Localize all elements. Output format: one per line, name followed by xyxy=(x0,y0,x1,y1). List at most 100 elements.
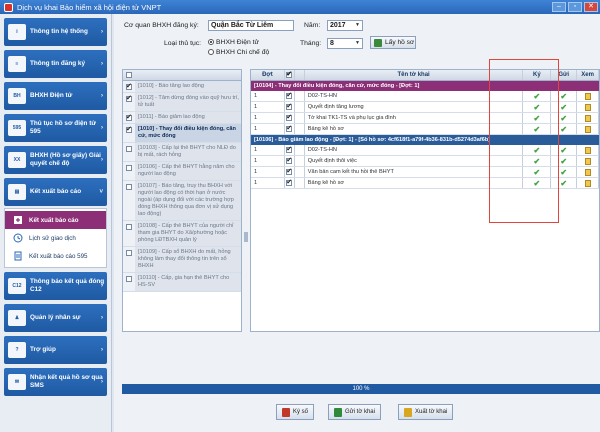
sidebar-item-c12-notice[interactable]: C12 Thông báo kết quả đóng C12 › xyxy=(4,272,107,300)
sidebar-subitem-export-report[interactable]: Kết xuất báo cáo xyxy=(5,211,106,229)
view-document-icon[interactable] xyxy=(584,103,591,111)
view-document-icon[interactable] xyxy=(584,92,591,100)
procedure-list-item[interactable]: [1012] - Tăm dừng đóng vào quỹ hưu trí, … xyxy=(123,93,241,112)
procedure-text: [1011] - Báo giảm lao động xyxy=(138,114,205,120)
check-icon: ✔ xyxy=(560,156,568,166)
procedure-list-item[interactable]: [10109] - Cấp sổ BHXH do mất, hỏng không… xyxy=(123,247,241,273)
procedure-text: [1010] - Thay đổi điều kiện đóng, căn cứ… xyxy=(138,126,236,139)
view-document-icon[interactable] xyxy=(584,125,591,133)
view-document-icon[interactable] xyxy=(584,146,591,154)
radio-button-off[interactable] xyxy=(208,49,214,55)
procedure-list-item[interactable]: [1010] - Báo tăng lao động xyxy=(123,81,241,93)
cell-checkbox[interactable] xyxy=(285,91,295,101)
procedure-list-item[interactable]: [10108] - Cấp thẻ BHYT của người chỉ tha… xyxy=(123,221,241,247)
view-document-icon[interactable] xyxy=(584,114,591,122)
row-checkbox[interactable] xyxy=(286,124,293,132)
year-select[interactable]: 2017 ▼ xyxy=(327,20,363,31)
procedure-checkbox[interactable] xyxy=(126,113,132,121)
cell-checkbox[interactable] xyxy=(285,102,295,112)
table-row[interactable]: 1 Văn bản cam kết thu hồi thẻ BHYT ✔ ✔ xyxy=(251,167,599,178)
header-checkbox[interactable] xyxy=(286,70,293,78)
cell-view[interactable] xyxy=(577,124,599,134)
sidebar-item-paper-bhxh[interactable]: XX BHXH (Hồ sơ giấy) Giải quyết chế độ › xyxy=(4,146,107,174)
close-button[interactable]: ✕ xyxy=(584,2,598,12)
row-checkbox[interactable] xyxy=(286,178,293,186)
sidebar-item-procedure-595[interactable]: 595 Thủ tục hồ sơ điện tử 595 › xyxy=(4,114,107,142)
maximize-button[interactable]: ▫ xyxy=(568,2,582,12)
row-checkbox[interactable] xyxy=(286,102,293,110)
table-row[interactable]: 1 Bảng kê hồ sơ ✔ ✔ xyxy=(251,178,599,189)
procedure-checkbox[interactable] xyxy=(126,146,132,152)
sidebar-subitem-export-report-595[interactable]: Kết xuất báo cáo 595 xyxy=(5,247,106,265)
send-declaration-button[interactable]: Gửi tờ khai xyxy=(328,404,381,420)
month-select[interactable]: 8 ▼ xyxy=(327,38,363,49)
sidebar-item-bhxh-electronic[interactable]: BH BHXH Điện tử › xyxy=(4,82,107,110)
cell-declaration-name: Văn bản cam kết thu hồi thẻ BHYT xyxy=(305,167,524,177)
procedure-checkbox[interactable] xyxy=(126,184,132,190)
cell-view[interactable] xyxy=(577,178,599,188)
sidebar-item-register-info[interactable]: ≡ Thông tin đăng ký › xyxy=(4,50,107,78)
cell-checkbox[interactable] xyxy=(285,145,295,155)
cell-view[interactable] xyxy=(577,167,599,177)
procedure-list-item[interactable]: [1011] - Báo giảm lao động xyxy=(123,112,241,124)
cell-view[interactable] xyxy=(577,156,599,166)
group-row-10104[interactable]: [10104] - Thay đổi điều kiện đóng, căn c… xyxy=(251,81,599,91)
procedure-checkbox[interactable] xyxy=(126,82,132,90)
agency-select[interactable]: Quận Bắc Từ Liêm xyxy=(208,20,294,31)
procedure-list-item[interactable]: [10107] - Báo tăng, truy thu BHXH với ng… xyxy=(123,181,241,221)
procedure-checkbox[interactable] xyxy=(126,165,132,171)
select-all-checkbox[interactable] xyxy=(126,72,132,78)
cell-checkbox[interactable] xyxy=(285,113,295,123)
radio-bhxh-benefits[interactable]: BHXH Chi chế độ xyxy=(208,49,269,56)
procedure-checkbox[interactable] xyxy=(126,250,132,256)
splitter-handle[interactable] xyxy=(244,232,248,242)
table-row[interactable]: 1 Quyết định tăng lương ✔ ✔ xyxy=(251,102,599,113)
table-row[interactable]: 1 Quyết định thôi việc ✔ ✔ xyxy=(251,156,599,167)
procedure-list-item[interactable]: [10103] - Cấp lại thẻ BHYT cho NLĐ do bị… xyxy=(123,143,241,162)
check-icon: ✔ xyxy=(560,113,568,123)
procedure-list-item[interactable]: [1010] - Thay đổi điều kiện đóng, căn cứ… xyxy=(123,124,241,143)
procedure-text: [10103] - Cấp lại thẻ BHYT cho NLĐ do bị… xyxy=(138,145,236,158)
row-checkbox[interactable] xyxy=(286,113,293,121)
row-checkbox[interactable] xyxy=(286,167,293,175)
sign-button[interactable]: Ký số xyxy=(276,404,315,420)
sidebar-item-help[interactable]: ? Trợ giúp › xyxy=(4,336,107,364)
radio-button-on[interactable] xyxy=(208,39,214,45)
cell-blank xyxy=(295,178,305,188)
row-checkbox[interactable] xyxy=(286,145,293,153)
row-checkbox[interactable] xyxy=(286,91,293,99)
view-document-icon[interactable] xyxy=(584,179,591,187)
table-row[interactable]: 1 D02-TS-HN ✔ ✔ xyxy=(251,91,599,102)
view-document-icon[interactable] xyxy=(584,168,591,176)
table-row[interactable]: 1 D02-TS-HN ✔ ✔ xyxy=(251,145,599,156)
procedure-list-item[interactable]: [10106] - Cấp thẻ BHYT hằng năm cho ngườ… xyxy=(123,162,241,181)
minimize-button[interactable]: – xyxy=(552,2,566,12)
cell-view[interactable] xyxy=(577,102,599,112)
cell-view[interactable] xyxy=(577,113,599,123)
sidebar-subitem-transaction-history[interactable]: Lịch sử giao dịch xyxy=(5,229,106,247)
procedure-checkbox[interactable] xyxy=(126,276,132,282)
sidebar-item-hr-management[interactable]: ♟ Quản lý nhân sự › xyxy=(4,304,107,332)
procedure-checkbox[interactable] xyxy=(126,224,132,230)
table-row[interactable]: 1 Tờ khai TK1-TS và phụ lục gia đình ✔ ✔ xyxy=(251,113,599,124)
col-header-checkbox[interactable] xyxy=(285,70,295,80)
cell-view[interactable] xyxy=(577,145,599,155)
sidebar-item-sms-result[interactable]: ✉ Nhận kết quả hồ sơ qua SMS › xyxy=(4,368,107,396)
sidebar-item-export-report[interactable]: ▤ Kết xuất báo cáo ˅ xyxy=(4,178,107,206)
procedure-checkbox[interactable] xyxy=(126,94,132,102)
procedure-list-item[interactable]: [10110] - Cấp, gia hạn thẻ BHYT cho HS-S… xyxy=(123,273,241,292)
fetch-records-button[interactable]: Lấy hồ sơ xyxy=(370,36,416,49)
row-checkbox[interactable] xyxy=(286,156,293,164)
export-declaration-button[interactable]: Xuất tờ khai xyxy=(398,404,454,420)
group-row-10106[interactable]: [10106] - Báo giảm lao động - [Đợt: 1] -… xyxy=(251,135,599,145)
cell-checkbox[interactable] xyxy=(285,178,295,188)
cell-view[interactable] xyxy=(577,91,599,101)
cell-checkbox[interactable] xyxy=(285,124,295,134)
sidebar-item-system-info[interactable]: i Thông tin hệ thống › xyxy=(4,18,107,46)
procedure-checkbox[interactable] xyxy=(126,125,132,133)
view-document-icon[interactable] xyxy=(584,157,591,165)
cell-checkbox[interactable] xyxy=(285,167,295,177)
table-row[interactable]: 1 Bảng kê hồ sơ ✔ ✔ xyxy=(251,124,599,135)
radio-bhxh-electronic[interactable]: BHXH Điện tử xyxy=(208,39,259,46)
cell-checkbox[interactable] xyxy=(285,156,295,166)
